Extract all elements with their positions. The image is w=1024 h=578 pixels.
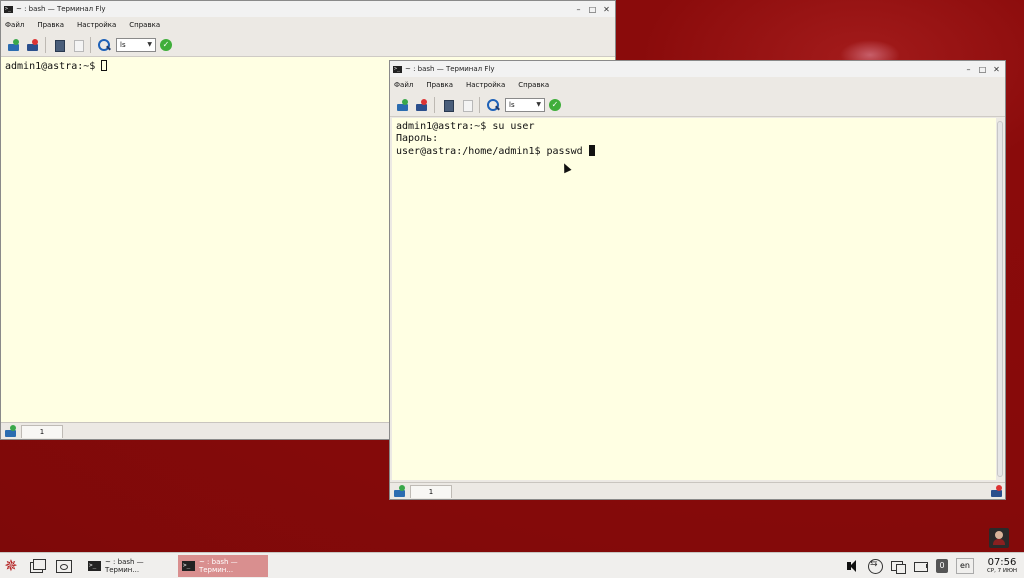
close-button[interactable]: ✕ [991,64,1002,75]
menu-file[interactable]: Файл [394,81,413,89]
taskbar-task[interactable]: >_ ~ : bash — Термин... [84,555,174,577]
clock-date: СР, 7 ИЮН [986,567,1018,574]
menu-file[interactable]: Файл [5,21,24,29]
notification-badge[interactable]: 0 [936,558,948,573]
run-command-icon[interactable]: ✓ [549,98,561,111]
system-tray: 0 en 07:56 СР, 7 ИЮН [844,553,1024,578]
toolbar-separator [434,96,435,113]
close-tab-icon[interactable] [26,38,40,52]
terminal-scrollbar[interactable] [997,121,1003,477]
search-icon[interactable] [486,98,500,112]
menu-edit[interactable]: Правка [37,21,64,29]
terminal-line: admin1@astra:~$ su user [396,121,535,132]
menubar: Файл Правка Настройка Справка [1,17,615,33]
command-combo-value: ls [509,100,515,109]
toolbar: ls ▼ ✓ [1,33,615,57]
command-combo[interactable]: ls ▼ [116,37,156,52]
toolbar-separator [479,96,480,113]
new-tab-icon[interactable] [4,424,18,437]
menu-help[interactable]: Справка [129,21,160,29]
run-command-icon[interactable]: ✓ [160,38,172,51]
command-combo[interactable]: ls ▼ [505,97,545,112]
taskbar-task-label: ~ : bash — Термин... [104,557,144,574]
close-tab-icon[interactable] [415,98,429,112]
menu-help[interactable]: Справка [518,81,549,89]
tab-1[interactable]: 1 [410,485,452,498]
window-titlebar[interactable]: >_ ~ : bash — Терминал Fly – □ ✕ [1,1,615,17]
terminal-app-icon: >_ [88,560,101,571]
chevron-down-icon: ▼ [147,41,152,48]
tab-bar: 1 [390,482,1005,498]
close-button[interactable]: ✕ [601,4,612,15]
new-tab-icon[interactable] [393,484,407,497]
terminal-output[interactable]: admin1@astra:~$ su user Пароль: user@astra… [392,118,996,480]
new-tab-icon[interactable] [396,98,410,112]
terminal-line: Пароль: [396,133,439,144]
menu-edit[interactable]: Правка [426,81,453,89]
search-icon[interactable] [97,38,111,52]
text-cursor [101,60,108,71]
command-combo-value: ls [120,40,126,49]
paste-icon[interactable] [71,38,85,52]
window-title: ~ : bash — Терминал Fly [16,5,106,13]
copy-icon[interactable] [441,98,455,112]
window-titlebar[interactable]: >_ ~ : bash — Терминал Fly – □ ✕ [390,61,1005,77]
copy-icon[interactable] [52,38,66,52]
chevron-down-icon: ▼ [536,101,541,108]
volume-icon[interactable] [844,558,860,574]
start-menu-star-icon[interactable]: ✵ [2,556,20,575]
keyboard-layout[interactable]: en [956,557,974,574]
close-tab-icon[interactable] [990,484,1002,497]
tab-1[interactable]: 1 [21,425,63,438]
minimize-button[interactable]: – [573,4,584,15]
menu-settings[interactable]: Настройка [466,81,505,89]
battery-icon[interactable] [913,558,929,574]
menu-settings[interactable]: Настройка [77,21,116,29]
terminal-line: admin1@astra:~$ [5,61,102,72]
clock-time: 07:56 [987,556,1017,568]
menubar: Файл Правка Настройка Справка [390,77,1005,93]
toolbar-separator [90,36,91,53]
avatar [989,528,1009,548]
taskbar-task-label: ~ : bash — Термин... [198,557,238,574]
new-tab-icon[interactable] [7,38,21,52]
taskbar-task-active[interactable]: >_ ~ : bash — Термин... [178,554,268,577]
clock[interactable]: 07:56 СР, 7 ИЮН [982,557,1022,575]
window-title: ~ : bash — Терминал Fly [405,65,495,73]
taskbar: ✵ >_ ~ : bash — Термин... >_ ~ : bash — … [0,552,1024,578]
toolbar-separator [45,36,46,53]
network-icon[interactable] [890,558,906,574]
window-switcher-icon[interactable] [28,557,46,575]
terminal-line: user@astra:/home/admin1$ passwd [396,146,589,157]
terminal-app-icon: >_ [4,5,13,13]
usb-icon[interactable] [867,558,883,574]
minimize-button[interactable]: – [963,64,974,75]
text-cursor [588,145,595,156]
maximize-button[interactable]: □ [977,64,988,75]
paste-icon[interactable] [460,98,474,112]
maximize-button[interactable]: □ [587,4,598,15]
toolbar: ls ▼ ✓ [390,93,1005,117]
terminal-window-front[interactable]: >_ ~ : bash — Терминал Fly – □ ✕ Файл Пр… [389,60,1006,500]
terminal-app-icon: >_ [393,65,402,73]
show-desktop-icon[interactable] [54,557,72,575]
terminal-app-icon: >_ [182,560,195,571]
